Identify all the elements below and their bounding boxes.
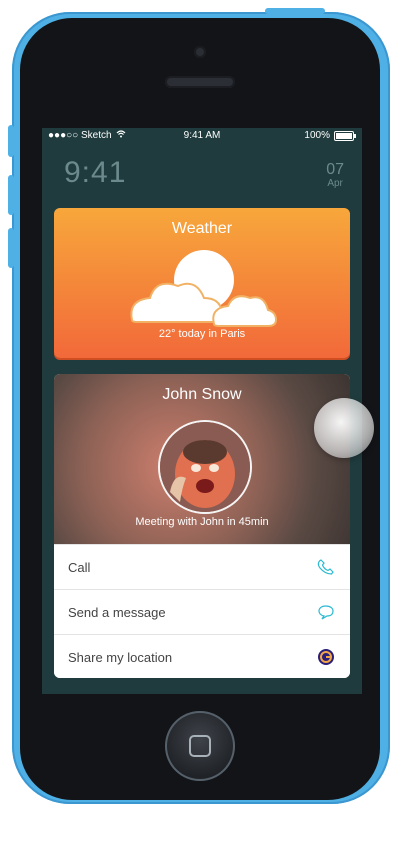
meeting-reminder: Meeting with John in 45min [135, 516, 269, 528]
lock-date: 07 Apr [326, 162, 344, 190]
call-action[interactable]: Call [54, 544, 350, 589]
home-button[interactable] [165, 711, 235, 781]
message-bubble-icon [316, 602, 336, 622]
mute-switch [8, 125, 14, 157]
lock-date-month: Apr [327, 178, 343, 189]
volume-down-button [8, 228, 14, 268]
lock-clock: 9:41 [64, 156, 127, 189]
phone-icon [316, 557, 336, 577]
share-location-label: Share my location [68, 649, 173, 665]
call-label: Call [68, 559, 91, 575]
contact-card[interactable]: John Snow Meeting with John in 45min Cal… [54, 374, 350, 678]
contact-header-blur: John Snow Meeting with John in 45min [54, 374, 350, 544]
battery-icon [334, 130, 356, 141]
send-message-label: Send a message [68, 604, 166, 620]
front-camera [194, 46, 206, 58]
earpiece-speaker [165, 76, 235, 88]
avatar [158, 420, 252, 514]
weather-card[interactable]: Weather 22° today in Paris [54, 208, 350, 358]
send-message-action[interactable]: Send a message [54, 589, 350, 634]
location-app-icon [316, 647, 336, 667]
contact-name: John Snow [162, 386, 242, 403]
contact-actions: Call Send a message Share my location [54, 544, 350, 678]
weather-subtitle: 22° today in Paris [158, 328, 246, 340]
status-bar: ●●●○○ Sketch 9:41 AM 100% [42, 128, 362, 144]
lock-date-day: 07 [326, 161, 344, 178]
weather-title: Weather [171, 220, 233, 237]
touch-indicator [314, 398, 374, 458]
home-square-icon [189, 735, 211, 757]
volume-up-button [8, 175, 14, 215]
cloud-sun-icon [130, 250, 278, 327]
phone-screen: ●●●○○ Sketch 9:41 AM 100% 9:41 07 Apr We… [42, 128, 362, 694]
share-location-action[interactable]: Share my location [54, 634, 350, 678]
power-button [265, 8, 325, 14]
battery-percent: 100% [304, 130, 330, 141]
